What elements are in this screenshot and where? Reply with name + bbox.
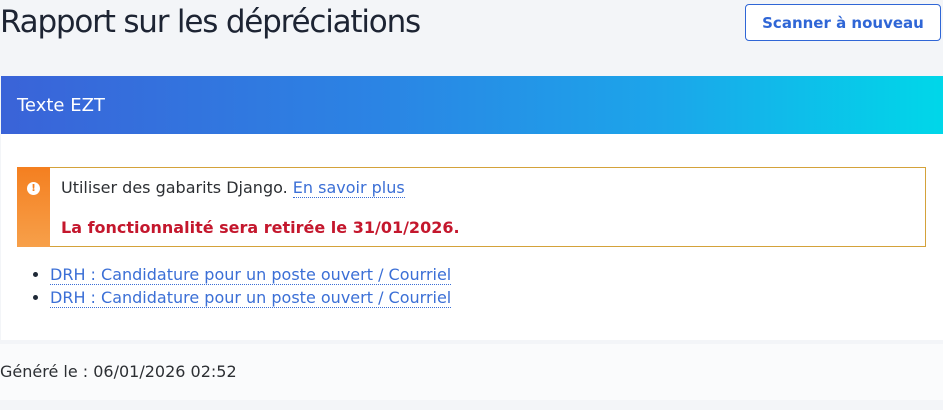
card-header: Texte EZT — [1, 76, 943, 134]
generated-timestamp: Généré le : 06/01/2026 02:52 — [0, 362, 237, 381]
list-item: DRH : Candidature pour un poste ouvert /… — [50, 286, 452, 309]
list-item: DRH : Candidature pour un poste ouvert /… — [50, 263, 452, 286]
deprecation-report-page: Rapport sur les dépréciations Scanner à … — [0, 0, 943, 410]
template-link[interactable]: DRH : Candidature pour un poste ouvert /… — [50, 265, 452, 285]
footer: Généré le : 06/01/2026 02:52 — [0, 344, 943, 400]
deprecation-notice: La fonctionnalité sera retirée le 31/01/… — [61, 218, 460, 237]
page-title: Rapport sur les dépréciations — [0, 4, 421, 40]
warning-message: Utiliser des gabarits Django. En savoir … — [61, 178, 405, 198]
templates-list: DRH : Candidature pour un poste ouvert /… — [33, 263, 452, 309]
card-title: Texte EZT — [17, 94, 105, 116]
template-link[interactable]: DRH : Candidature pour un poste ouvert /… — [50, 288, 452, 308]
warning-box: ! Utiliser des gabarits Django. En savoi… — [17, 167, 926, 247]
exclamation-icon: ! — [27, 182, 40, 195]
deprecation-card: Texte EZT ! Utiliser des gabarits Django… — [1, 76, 943, 340]
warning-stripe: ! — [17, 167, 50, 247]
learn-more-link[interactable]: En savoir plus — [292, 178, 405, 198]
warning-text: Utiliser des gabarits Django. — [61, 178, 288, 197]
rescan-button[interactable]: Scanner à nouveau — [745, 4, 941, 41]
